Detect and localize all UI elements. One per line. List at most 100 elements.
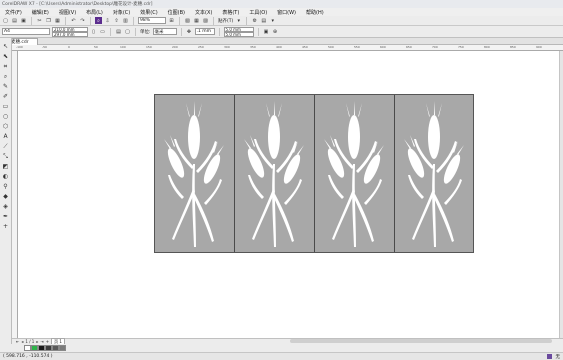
- swatch-green[interactable]: [31, 345, 38, 351]
- grid-icon[interactable]: ▦: [193, 17, 200, 24]
- wheat-panel[interactable]: [155, 95, 235, 252]
- wheat-motif: [243, 100, 304, 247]
- menu-text[interactable]: 文本(X): [190, 9, 217, 16]
- fill-status: 无: [547, 353, 560, 360]
- vertical-scrollbar[interactable]: [559, 51, 563, 338]
- menu-bitmaps[interactable]: 位图(B): [163, 9, 190, 16]
- menu-layout[interactable]: 布局(L): [81, 9, 108, 16]
- crop-tool-icon[interactable]: ⌗: [1, 62, 10, 71]
- copy-icon[interactable]: ❐: [45, 17, 52, 24]
- rulers-icon[interactable]: ▧: [184, 17, 191, 24]
- save-icon[interactable]: ▣: [20, 17, 27, 24]
- menu-view[interactable]: 视图(V): [54, 9, 81, 16]
- open-icon[interactable]: ▤: [11, 17, 18, 24]
- ruler-tick-label: 700: [432, 45, 438, 49]
- landscape-icon[interactable]: ▭: [99, 28, 106, 35]
- document-tab[interactable]: 麦穗.cdr: [8, 38, 38, 45]
- separator: [179, 16, 180, 25]
- zoom-select[interactable]: 98%: [138, 17, 166, 24]
- rectangle-tool-icon[interactable]: ▭: [1, 102, 10, 111]
- redo-icon[interactable]: ↷: [79, 17, 86, 24]
- ruler-tick-label: 450: [302, 45, 308, 49]
- ruler-tick-label: 200: [172, 45, 178, 49]
- snap-to-dropdown[interactable]: 贴齐(T): [218, 18, 233, 24]
- smart-fill-icon[interactable]: ◈: [1, 202, 10, 211]
- paste-icon[interactable]: ▦: [54, 17, 61, 24]
- horizontal-scrollbar[interactable]: [290, 339, 552, 343]
- page-size-select[interactable]: A4: [2, 28, 50, 35]
- outline-pen-icon[interactable]: ✒: [1, 212, 10, 221]
- import-icon[interactable]: ⇩: [104, 17, 111, 24]
- menu-tools[interactable]: 工具(O): [244, 9, 272, 16]
- ruler-tick-label: 900: [536, 45, 542, 49]
- chevron-down-icon[interactable]: ▾: [235, 17, 242, 24]
- ruler-tick-label: 600: [380, 45, 386, 49]
- menu-table[interactable]: 表格(T): [217, 9, 244, 16]
- separator: [213, 16, 214, 25]
- drawing-canvas[interactable]: [18, 51, 559, 338]
- separator: [246, 16, 248, 25]
- swatch-mid-gray[interactable]: [59, 345, 66, 351]
- menu-file[interactable]: 文件(F): [0, 9, 27, 16]
- menu-object[interactable]: 对象(C): [108, 9, 135, 16]
- wheat-panel[interactable]: [315, 95, 395, 252]
- menu-window[interactable]: 窗口(W): [272, 9, 301, 16]
- swatch-black[interactable]: [38, 345, 45, 351]
- page-height-input[interactable]: 297.0 mm: [52, 31, 88, 37]
- parallel-dimension-icon[interactable]: ⟋: [1, 142, 10, 151]
- eyedropper-icon[interactable]: ⚲: [1, 182, 10, 191]
- options-icon[interactable]: ⚙: [251, 17, 258, 24]
- transparency-icon[interactable]: ◐: [1, 172, 10, 181]
- connector-tool-icon[interactable]: ⤡: [1, 152, 10, 161]
- portrait-icon[interactable]: ▯: [90, 28, 97, 35]
- wheat-panel[interactable]: [235, 95, 315, 252]
- text-tool-icon[interactable]: A: [1, 132, 10, 141]
- zoom-tool-icon[interactable]: ⌕: [1, 72, 10, 81]
- units-select[interactable]: 毫米: [152, 28, 177, 35]
- undo-icon[interactable]: ↶: [70, 17, 77, 24]
- menu-edit[interactable]: 编辑(E): [27, 9, 54, 16]
- swatch-white[interactable]: [24, 345, 31, 351]
- guidelines-icon[interactable]: ▨: [202, 17, 209, 24]
- search-icon[interactable]: ⌕: [95, 17, 102, 24]
- duplicate-distance: 5.0 mm 5.0 mm: [223, 26, 254, 37]
- polygon-tool-icon[interactable]: ⬡: [1, 122, 10, 131]
- full-screen-icon[interactable]: ⊞: [168, 17, 175, 24]
- new-document-icon[interactable]: ▢: [2, 17, 9, 24]
- chevron-down-icon[interactable]: ▾: [269, 17, 276, 24]
- drop-shadow-icon[interactable]: ◩: [1, 162, 10, 171]
- freehand-tool-icon[interactable]: ✎: [1, 82, 10, 91]
- ruler-tick-label: 50: [94, 45, 98, 49]
- interactive-fill-icon[interactable]: ◆: [1, 192, 10, 201]
- menu-help[interactable]: 帮助(H): [301, 9, 329, 16]
- separator: [133, 16, 134, 25]
- property-bar: A4 210.0 mm 297.0 mm ▯ ▭ ▤ ▢ 单位: 毫米 ✥ .1…: [0, 26, 563, 38]
- app-launcher-icon[interactable]: ▤: [260, 17, 267, 24]
- separator: [218, 27, 220, 36]
- wheat-panel[interactable]: [395, 95, 475, 252]
- artistic-media-icon[interactable]: ✐: [1, 92, 10, 101]
- add-page-icon[interactable]: ⊕: [272, 28, 279, 35]
- ellipse-tool-icon[interactable]: ○: [1, 112, 10, 121]
- treat-as-filled-icon[interactable]: ▣: [263, 28, 270, 35]
- cut-icon[interactable]: ✂: [36, 17, 43, 24]
- current-page-icon[interactable]: ▢: [124, 28, 131, 35]
- pick-tool-icon[interactable]: ↖: [1, 42, 10, 51]
- carved-panel-artwork[interactable]: [154, 94, 474, 253]
- export-icon[interactable]: ⇧: [113, 17, 120, 24]
- add-tool-icon[interactable]: +: [1, 222, 10, 231]
- wheat-motif: [163, 100, 224, 247]
- duplicate-y-input[interactable]: 5.0 mm: [223, 31, 254, 37]
- menu-effects[interactable]: 效果(C): [135, 9, 162, 16]
- separator: [90, 16, 91, 25]
- toolbox: ↖ ⬉ ⌗ ⌕ ✎ ✐ ▭ ○ ⬡ A ⟋ ⤡ ◩ ◐ ⚲ ◆ ◈ ✒ +: [0, 38, 12, 344]
- publish-pdf-icon[interactable]: ▥: [122, 17, 129, 24]
- swatch-dark-gray[interactable]: [45, 345, 52, 351]
- swatch-gray[interactable]: [52, 345, 59, 351]
- shape-tool-icon[interactable]: ⬉: [1, 52, 10, 61]
- corel-window: CorelDRAW X7 - [C:\Users\Administrator\D…: [0, 0, 563, 360]
- all-pages-icon[interactable]: ▤: [115, 28, 122, 35]
- separator: [180, 27, 182, 36]
- nudge-distance-input[interactable]: .1 mm: [194, 28, 215, 35]
- ruler-tick-label: 850: [510, 45, 516, 49]
